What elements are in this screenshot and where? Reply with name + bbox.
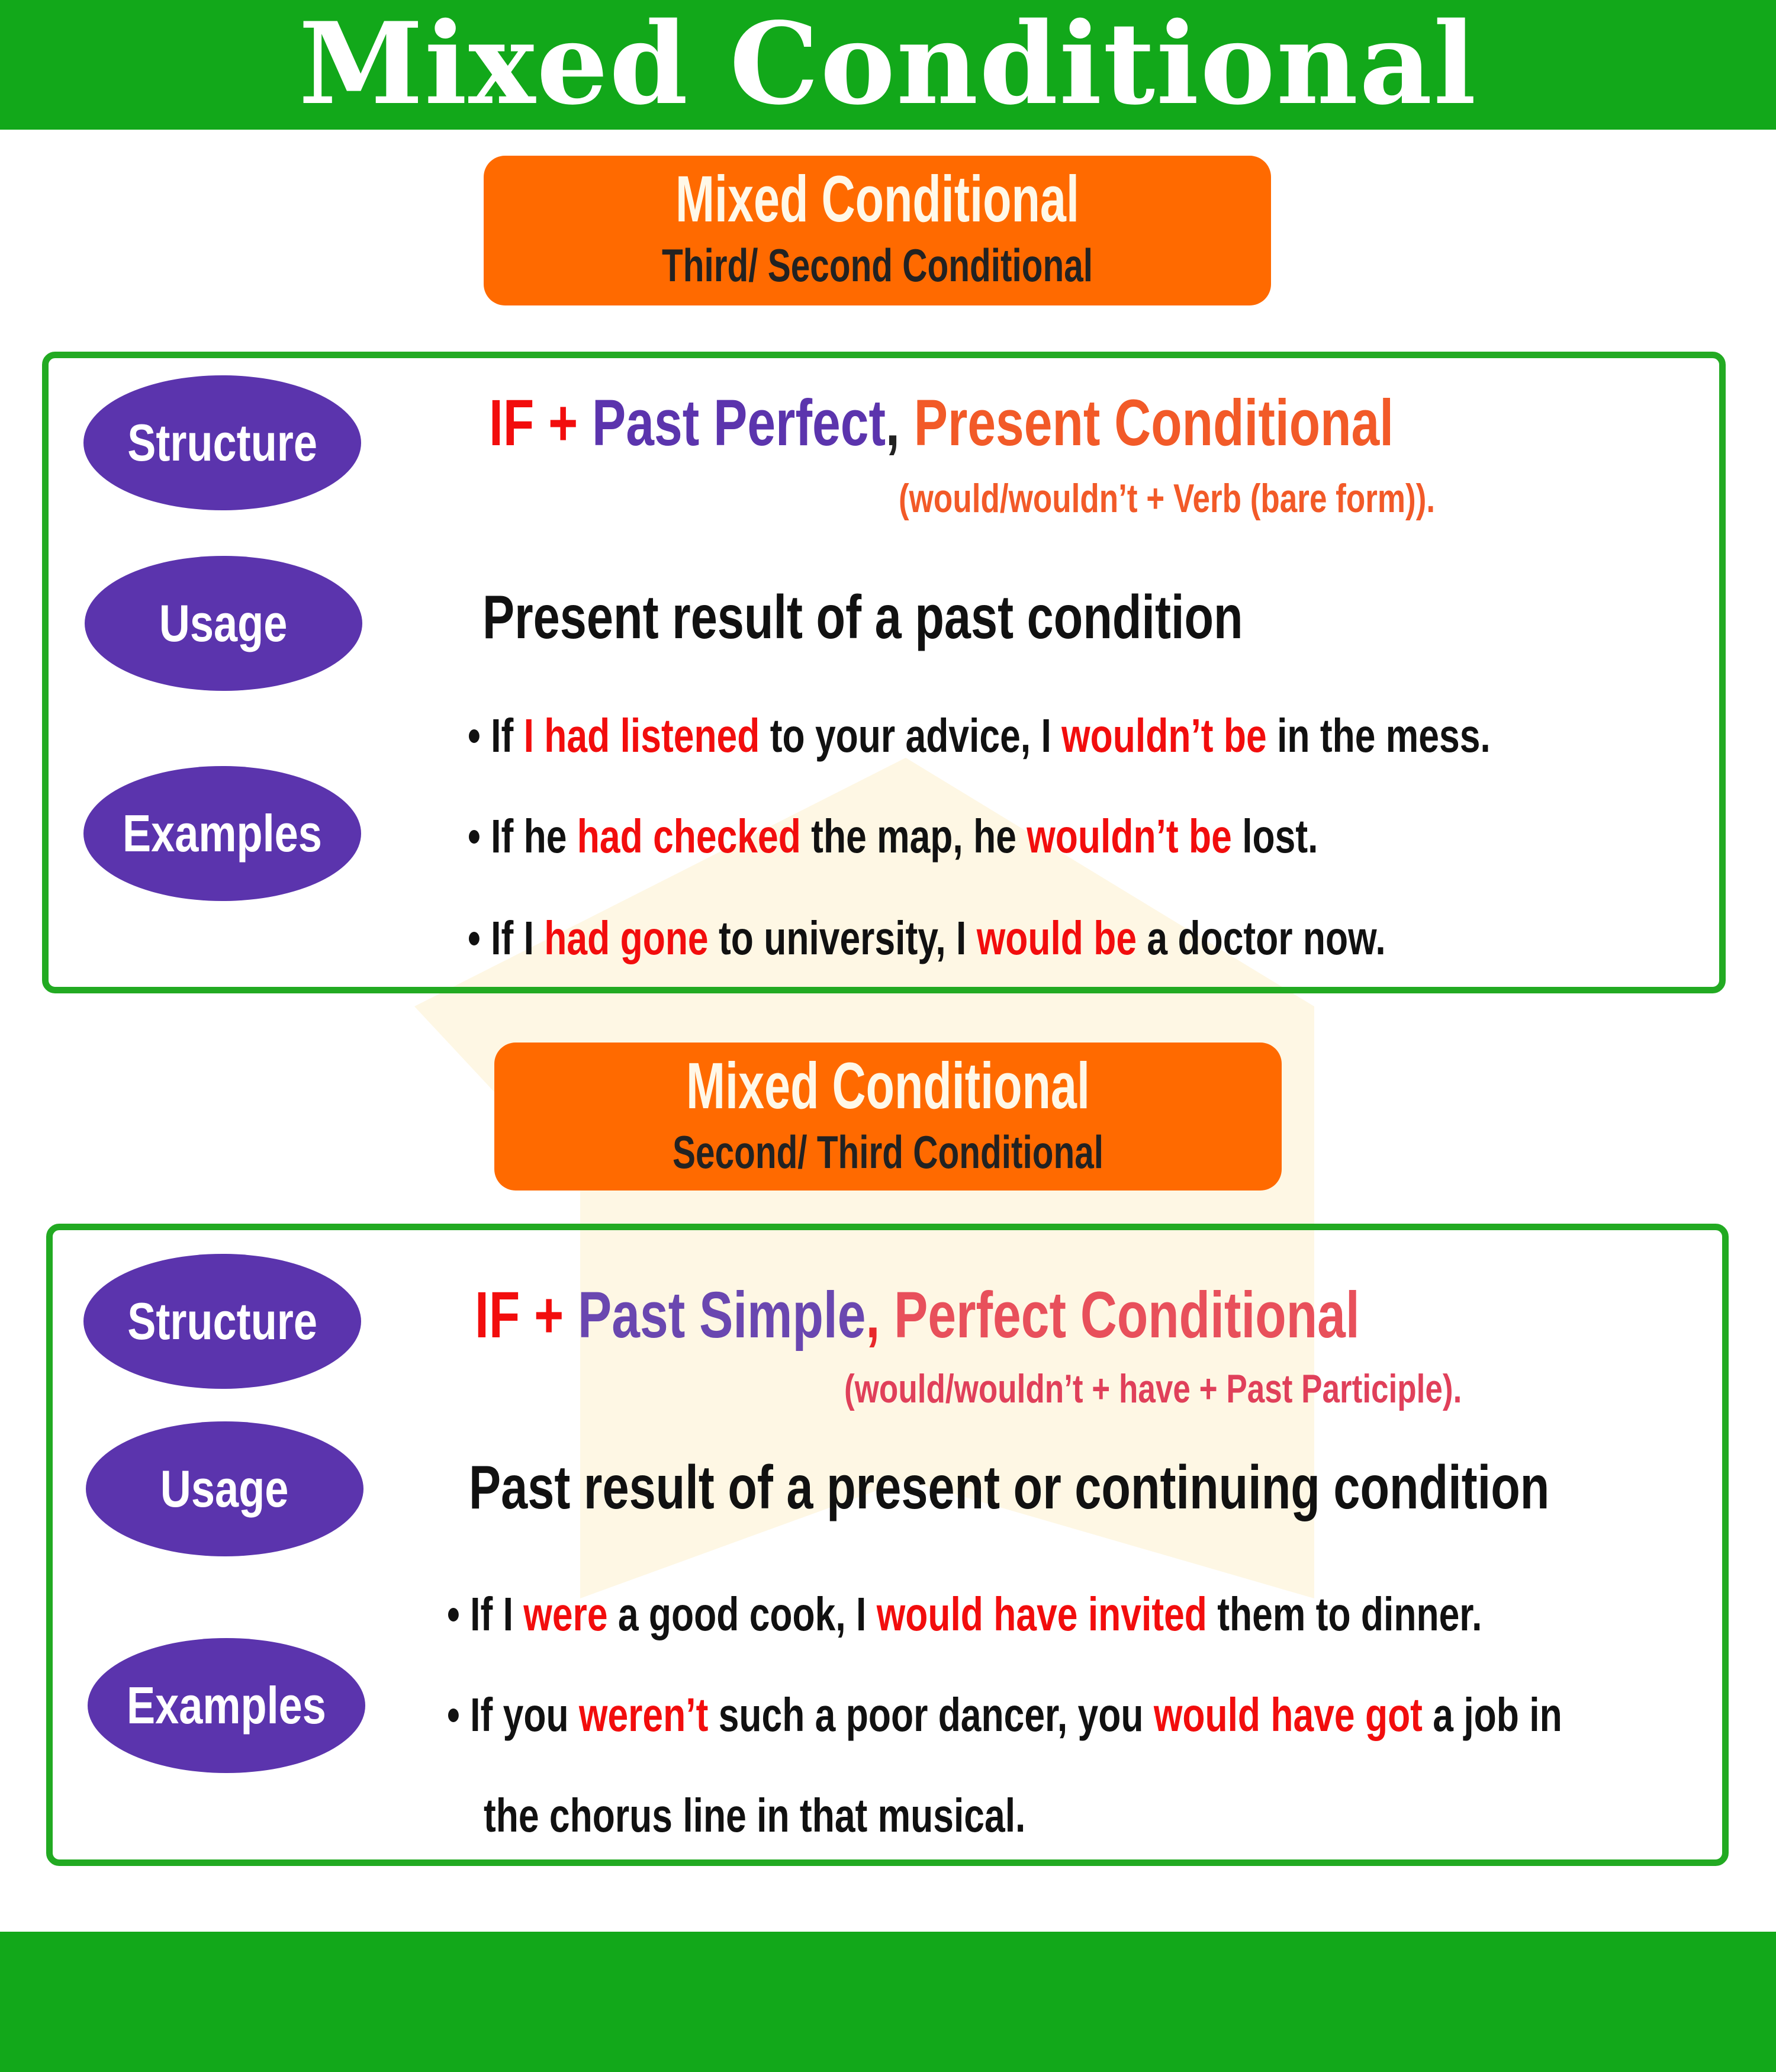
example-sentence: • If I had listened to your advice, I wo… <box>468 707 1491 764</box>
highlighted-verb-phrase: wouldn’t be <box>1061 709 1267 762</box>
highlighted-verb-phrase: would have invited <box>876 1588 1207 1640</box>
example-sentence: • If I were a good cook, I would have in… <box>447 1586 1482 1643</box>
sentence-text: If you <box>470 1688 579 1741</box>
sentence-text: the chorus line in that musical. <box>484 1789 1026 1842</box>
badge-title: Mixed Conditional <box>675 163 1079 236</box>
sentence-text: lost. <box>1231 810 1318 863</box>
sentence-text: such a poor dancer, you <box>708 1688 1154 1741</box>
sentence-text: If I <box>491 912 545 964</box>
structure-label: Structure <box>83 1254 361 1389</box>
bullet-icon: • <box>447 1588 471 1640</box>
highlighted-verb-phrase: I had listened <box>523 709 760 762</box>
bullet-icon: • <box>468 709 491 762</box>
sentence-text: If he <box>491 810 577 863</box>
examples-label: Examples <box>88 1638 365 1773</box>
usage-label: Usage <box>85 556 362 691</box>
sentence-text: in the mess. <box>1266 709 1491 762</box>
sentence-text: If I <box>470 1588 524 1640</box>
structure-formula: IF + Past Perfect, Present Conditional <box>489 387 1394 459</box>
example-sentence: the chorus line in that musical. <box>484 1787 1025 1844</box>
examples-label: Examples <box>83 766 361 901</box>
structure-formula: IF + Past Simple, Perfect Conditional <box>475 1279 1360 1352</box>
sentence-text: the map, he <box>800 810 1027 863</box>
example-sentence: • If he had checked the map, he wouldn’t… <box>468 808 1318 865</box>
sentence-text: to your advice, I <box>760 709 1062 762</box>
structure-note: (would/wouldn’t + have + Past Participle… <box>844 1366 1462 1411</box>
highlighted-verb-phrase: would have got <box>1153 1688 1423 1741</box>
highlighted-verb-phrase: had checked <box>577 810 801 863</box>
footer-bar <box>0 1932 1776 2072</box>
badge-subtitle: Second/ Third Conditional <box>673 1126 1103 1178</box>
bullet-icon: • <box>468 810 491 863</box>
sentence-text: a good cook, I <box>607 1588 877 1640</box>
bullet-icon: • <box>468 912 491 964</box>
usage-text: Present result of a past condition <box>482 583 1243 652</box>
sentence-text: them to dinner. <box>1206 1588 1482 1640</box>
highlighted-verb-phrase: had gone <box>544 912 709 964</box>
bullet-icon: • <box>447 1688 471 1741</box>
page-title: Mixed Conditional <box>298 0 1478 130</box>
section-badge-third-second: Mixed Conditional Third/ Second Conditio… <box>484 156 1271 305</box>
structure-note: (would/wouldn’t + Verb (bare form)). <box>899 476 1436 521</box>
highlighted-verb-phrase: were <box>523 1588 608 1640</box>
structure-label: Structure <box>83 375 361 510</box>
usage-label: Usage <box>86 1421 363 1556</box>
highlighted-verb-phrase: wouldn’t be <box>1027 810 1232 863</box>
badge-title: Mixed Conditional <box>686 1050 1090 1122</box>
highlighted-verb-phrase: would be <box>976 912 1137 964</box>
example-sentence: • If I had gone to university, I would b… <box>468 910 1386 967</box>
badge-subtitle: Third/ Second Conditional <box>662 239 1093 291</box>
sentence-text: If <box>491 709 524 762</box>
section-badge-second-third: Mixed Conditional Second/ Third Conditio… <box>494 1043 1282 1191</box>
sentence-text: a doctor now. <box>1137 912 1386 964</box>
usage-text: Past result of a present or continuing c… <box>469 1453 1550 1522</box>
sentence-text: a job in <box>1422 1688 1562 1741</box>
sentence-text: to university, I <box>708 912 977 964</box>
example-sentence: • If you weren’t such a poor dancer, you… <box>447 1687 1562 1743</box>
highlighted-verb-phrase: weren’t <box>578 1688 709 1741</box>
